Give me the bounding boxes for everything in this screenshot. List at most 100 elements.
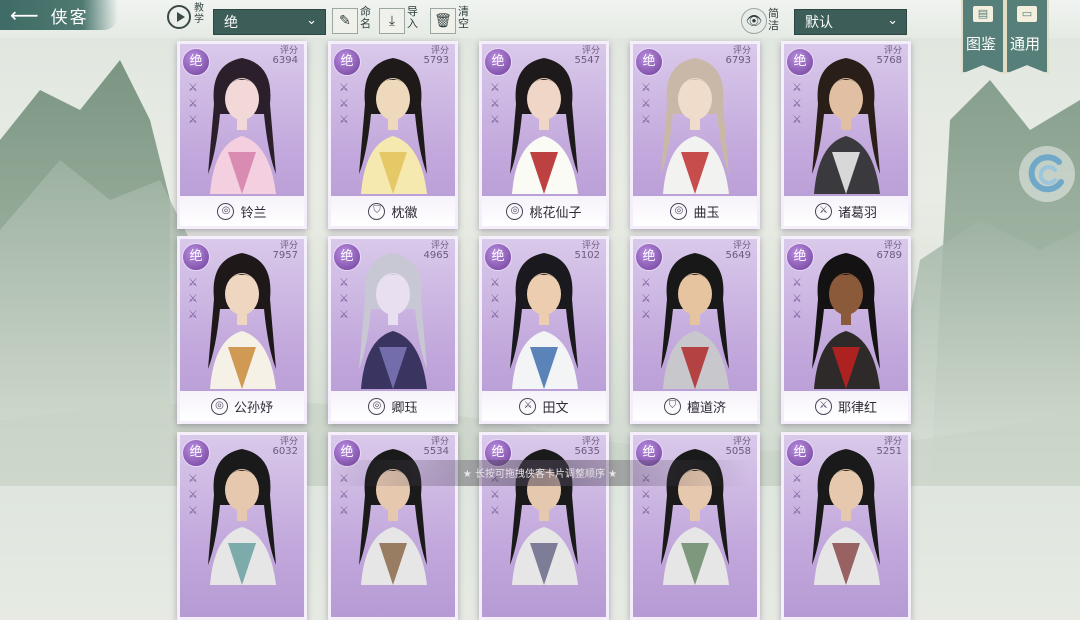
eye-icon: 👁 bbox=[741, 8, 767, 34]
tutorial-label: 教学 bbox=[194, 3, 204, 25]
score-value: 5768 bbox=[876, 55, 902, 66]
clear-button[interactable]: 🗑 清空 bbox=[430, 6, 474, 36]
trash-icon: 🗑 bbox=[430, 8, 456, 34]
concise-label: 简洁 bbox=[768, 7, 779, 32]
filter-dropdown[interactable]: 绝 ⌄ bbox=[213, 9, 326, 35]
swirl-icon: ◎ bbox=[217, 202, 235, 220]
score-box: 评分 7957 bbox=[273, 241, 298, 261]
chevron-down-icon: ⌄ bbox=[887, 13, 898, 28]
hero-card[interactable]: 绝 ⚔ ⚔ ⚔ 评分 5793 ⛉ 枕徽 bbox=[328, 41, 458, 229]
grade-badge: 绝 bbox=[786, 48, 814, 76]
general-label: 通用 bbox=[1010, 35, 1041, 53]
hero-card[interactable]: 绝 ⚔ ⚔ ⚔ 评分 6789 ⚔ 耶律红 bbox=[781, 236, 911, 424]
grade-badge: 绝 bbox=[635, 48, 663, 76]
score-box: 评分 5635 bbox=[575, 437, 600, 457]
hero-card[interactable]: 绝 ⚔ ⚔ ⚔ 评分 5251 bbox=[781, 432, 911, 620]
concise-toggle[interactable]: 👁 简洁 bbox=[741, 8, 785, 36]
score-box: 评分 5058 bbox=[726, 437, 751, 457]
naming-button[interactable]: ✎ 命名 bbox=[332, 6, 374, 36]
sort-value: 默认 bbox=[805, 15, 833, 31]
hero-name: 桃花仙子 bbox=[529, 205, 582, 221]
hero-name: 公孙妤 bbox=[233, 400, 273, 416]
weapon-rank-icons: ⚔⚔⚔ bbox=[792, 81, 802, 126]
score-box: 评分 5102 bbox=[575, 241, 600, 261]
footer-hint: ★ 长按可拖拽侠客卡片调整顺序 ★ bbox=[462, 469, 618, 480]
hero-name: 诸葛羽 bbox=[837, 205, 877, 221]
score-value: 5635 bbox=[574, 446, 600, 457]
hero-nameplate: ◎ 曲玉 bbox=[633, 196, 757, 226]
general-banner-button[interactable]: ▭ 通用 bbox=[1005, 0, 1049, 74]
score-box: 评分 5534 bbox=[424, 437, 449, 457]
book-icon: ▤ bbox=[973, 6, 993, 22]
back-button[interactable]: ⟵ 侠客 bbox=[0, 0, 118, 30]
swirl-icon: ◎ bbox=[210, 397, 228, 415]
score-box: 评分 5251 bbox=[877, 437, 902, 457]
hero-card[interactable]: 绝 ⚔ ⚔ ⚔ 评分 5768 ⚔ 诸葛羽 bbox=[781, 41, 911, 229]
sword-icon: ⚔ bbox=[814, 202, 832, 220]
import-label: 导入 bbox=[407, 5, 418, 30]
grade-badge: 绝 bbox=[182, 48, 210, 76]
hero-card[interactable]: 绝 ⚔ ⚔ ⚔ 评分 6394 ◎ 铃兰 bbox=[177, 41, 307, 229]
hero-name: 耶律红 bbox=[837, 400, 877, 416]
score-box: 评分 5768 bbox=[877, 46, 902, 66]
score-value: 7957 bbox=[272, 250, 298, 261]
back-arrow-icon: ⟵ bbox=[10, 3, 39, 27]
sword-icon: ⚔ bbox=[814, 397, 832, 415]
score-value: 6032 bbox=[272, 446, 298, 457]
weapon-rank-icons: ⚔⚔⚔ bbox=[188, 276, 198, 321]
clear-label: 清空 bbox=[458, 5, 469, 30]
score-value: 6789 bbox=[876, 250, 902, 261]
hero-nameplate: ⚔ 耶律红 bbox=[784, 391, 908, 421]
grade-badge: 绝 bbox=[635, 243, 663, 271]
import-button[interactable]: ⤓ 导入 bbox=[379, 6, 423, 36]
hero-nameplate: ◎ 铃兰 bbox=[180, 196, 304, 226]
score-box: 评分 6793 bbox=[726, 46, 751, 66]
weapon-rank-icons: ⚔⚔⚔ bbox=[339, 81, 349, 126]
grade-badge: 绝 bbox=[484, 243, 512, 271]
sort-dropdown[interactable]: 默认 ⌄ bbox=[794, 9, 907, 35]
hero-nameplate: ◎ 卿珏 bbox=[331, 391, 455, 421]
weapon-rank-icons: ⚔⚔⚔ bbox=[188, 81, 198, 126]
hero-nameplate: ◎ 公孙妤 bbox=[180, 391, 304, 421]
naming-label: 命名 bbox=[360, 5, 371, 30]
chevron-down-icon: ⌄ bbox=[306, 13, 317, 28]
score-value: 5649 bbox=[725, 250, 751, 261]
shield-icon: ⛉ bbox=[663, 397, 681, 415]
swirl-icon: ◎ bbox=[506, 202, 524, 220]
hero-card[interactable]: 绝 ⚔ ⚔ ⚔ 评分 5649 ⛉ 檀道济 bbox=[630, 236, 760, 424]
score-value: 6394 bbox=[272, 55, 298, 66]
weapon-rank-icons: ⚔⚔⚔ bbox=[641, 276, 651, 321]
score-value: 5547 bbox=[574, 55, 600, 66]
weapon-rank-icons: ⚔⚔⚔ bbox=[792, 276, 802, 321]
atlas-banner-button[interactable]: ▤ 图鉴 bbox=[961, 0, 1005, 74]
tutorial-button[interactable]: 教学 bbox=[167, 3, 211, 33]
hero-nameplate: ⚔ 田文 bbox=[482, 391, 606, 421]
grade-badge: 绝 bbox=[333, 48, 361, 76]
score-value: 5534 bbox=[423, 446, 449, 457]
hero-name: 铃兰 bbox=[240, 205, 267, 221]
hero-card[interactable]: 绝 ⚔ ⚔ ⚔ 评分 5102 ⚔ 田文 bbox=[479, 236, 609, 424]
score-value: 6793 bbox=[725, 55, 751, 66]
swirl-icon: ◎ bbox=[670, 202, 688, 220]
hero-nameplate: ⛉ 檀道济 bbox=[633, 391, 757, 421]
hero-nameplate: ⚔ 诸葛羽 bbox=[784, 196, 908, 226]
weapon-rank-icons: ⚔⚔⚔ bbox=[490, 81, 500, 126]
hero-card[interactable]: 绝 ⚔ ⚔ ⚔ 评分 5547 ◎ 桃花仙子 bbox=[479, 41, 609, 229]
atlas-label: 图鉴 bbox=[966, 35, 997, 53]
hero-name: 卿珏 bbox=[391, 400, 418, 416]
hero-card[interactable]: 绝 ⚔ ⚔ ⚔ 评分 6793 ◎ 曲玉 bbox=[630, 41, 760, 229]
score-box: 评分 6032 bbox=[273, 437, 298, 457]
scroll-icon: ▭ bbox=[1017, 6, 1037, 22]
page-title: 侠客 bbox=[50, 7, 89, 28]
hero-card[interactable]: 绝 ⚔ ⚔ ⚔ 评分 4965 ◎ 卿珏 bbox=[328, 236, 458, 424]
brush-icon: ✎ bbox=[332, 8, 358, 34]
hero-card[interactable]: 绝 ⚔ ⚔ ⚔ 评分 6032 bbox=[177, 432, 307, 620]
hero-nameplate: ⛉ 枕徽 bbox=[331, 196, 455, 226]
score-box: 评分 5649 bbox=[726, 241, 751, 261]
swirl-icon: ◎ bbox=[368, 397, 386, 415]
score-value: 4965 bbox=[423, 250, 449, 261]
hero-card[interactable]: 绝 ⚔ ⚔ ⚔ 评分 7957 ◎ 公孙妤 bbox=[177, 236, 307, 424]
weapon-rank-icons: ⚔⚔⚔ bbox=[339, 276, 349, 321]
hero-nameplate: ◎ 桃花仙子 bbox=[482, 196, 606, 226]
score-box: 评分 6789 bbox=[877, 241, 902, 261]
